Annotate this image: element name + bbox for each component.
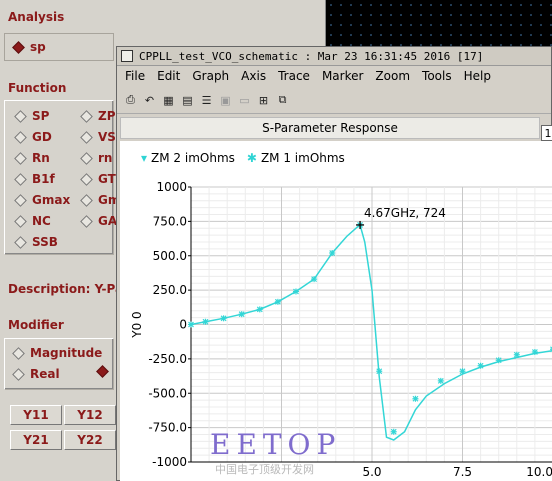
- series-zm1-point: [220, 315, 227, 322]
- series-zm1-point: [531, 349, 538, 355]
- series-zm1-point: [292, 288, 299, 295]
- modifier-selected-radio[interactable]: [96, 365, 114, 378]
- y22-button[interactable]: Y22: [64, 430, 116, 450]
- series-zm1-point: [477, 362, 484, 369]
- radio-icon: [14, 130, 27, 144]
- series-zm1-point: [274, 298, 281, 305]
- function-gmax-radio[interactable]: Gmax: [14, 193, 70, 207]
- function-rn-radio[interactable]: Rn: [14, 151, 50, 165]
- radio-icon: [80, 193, 93, 207]
- radio-icon: [80, 130, 93, 144]
- function-vs-radio[interactable]: VS: [80, 130, 116, 144]
- series-zm1-point: [412, 395, 419, 402]
- function-label: Function: [8, 81, 67, 95]
- series-zm1-point: [437, 377, 444, 384]
- modifier-label: Modifier: [8, 318, 64, 332]
- y-tick-label: -750.0: [148, 421, 187, 435]
- function-nc-radio[interactable]: NC: [14, 214, 51, 228]
- function-gm-radio[interactable]: Gm: [80, 193, 120, 207]
- function-label: GA: [98, 214, 118, 228]
- radio-icon: [12, 346, 25, 360]
- function-label: B1f: [32, 172, 55, 186]
- series-zm1-point: [238, 311, 245, 318]
- analysis-label: Analysis: [8, 10, 65, 24]
- radio-icon: [80, 109, 93, 123]
- y11-button[interactable]: Y11: [10, 405, 62, 425]
- y-tick-label: 250.0: [153, 283, 187, 297]
- function-label: Gmax: [32, 193, 71, 207]
- function-ssb-radio[interactable]: SSB: [14, 235, 58, 249]
- series-zm1-point: [513, 351, 520, 358]
- series-zm1-point: [311, 276, 318, 283]
- y-tick-label: -500.0: [148, 386, 187, 400]
- function-label: VS: [98, 130, 116, 144]
- series-zm1-point: [459, 368, 466, 375]
- function-label: SP: [32, 109, 50, 123]
- function-label: ZP: [98, 109, 116, 123]
- radio-selected-icon: [96, 365, 109, 378]
- series-zm1-point: [256, 306, 263, 313]
- marker-label: 4.67GHz, 724: [364, 206, 446, 220]
- y-tick-label: 0: [179, 318, 187, 332]
- series-zm1-point: [202, 318, 209, 325]
- modifier-real-radio[interactable]: Real: [12, 367, 60, 381]
- y-tick-label: 750.0: [153, 214, 187, 228]
- series-zm1-point: [188, 321, 194, 328]
- x-tick-label: 7.5: [453, 465, 472, 479]
- waveform-window: CPPLL_test_VCO_schematic : Mar 23 16:31:…: [116, 46, 552, 481]
- radio-icon: [80, 214, 93, 228]
- function-label: Rn: [32, 151, 50, 165]
- function-ga-radio[interactable]: GA: [80, 214, 117, 228]
- series-zm1-point: [376, 368, 383, 375]
- x-tick-label: 10.0: [526, 465, 552, 479]
- radio-icon: [14, 109, 27, 123]
- radio-icon: [12, 367, 25, 381]
- series-zm1-point: [495, 357, 502, 364]
- function-label: GT: [98, 172, 116, 186]
- radio-icon: [14, 214, 27, 228]
- analysis-sp-radio[interactable]: sp: [12, 40, 46, 54]
- radio-icon: [80, 151, 93, 165]
- series-zm1-point: [390, 428, 397, 435]
- radio-selected-icon: [12, 40, 25, 54]
- function-zp-radio[interactable]: ZP: [80, 109, 116, 123]
- y-tick-label: -1000: [152, 455, 187, 469]
- modifier-magnitude-radio[interactable]: Magnitude: [12, 346, 102, 360]
- modifier-real-label: Real: [30, 367, 60, 381]
- watermark-subtitle: 中国电子顶级开发网: [215, 463, 314, 476]
- function-label: NC: [32, 214, 51, 228]
- x-tick-label: 5.0: [362, 465, 381, 479]
- radio-icon: [14, 235, 27, 249]
- y21-button[interactable]: Y21: [10, 430, 62, 450]
- y-tick-label: 1000: [156, 180, 187, 194]
- function-label: rn: [98, 151, 113, 165]
- schematic-canvas-background: [326, 0, 552, 46]
- function-gd-radio[interactable]: GD: [14, 130, 52, 144]
- function-rn-radio[interactable]: rn: [80, 151, 112, 165]
- radio-icon: [14, 172, 27, 186]
- y12-button[interactable]: Y12: [64, 405, 116, 425]
- y-tick-label: -250.0: [148, 352, 187, 366]
- description-label: Description: Y-Par: [8, 282, 129, 296]
- function-gt-radio[interactable]: GT: [80, 172, 116, 186]
- function-sp-radio[interactable]: SP: [14, 109, 49, 123]
- watermark: EETOP: [210, 428, 342, 461]
- series-zm1-point: [329, 250, 336, 256]
- y-axis-label: Y0 0: [130, 311, 144, 338]
- function-label: SSB: [32, 235, 58, 249]
- analysis-sp-label: sp: [30, 40, 46, 54]
- function-b1f-radio[interactable]: B1f: [14, 172, 55, 186]
- radio-icon: [14, 193, 27, 207]
- modifier-magnitude-label: Magnitude: [30, 346, 103, 360]
- function-label: GD: [32, 130, 52, 144]
- radio-icon: [80, 172, 93, 186]
- radio-icon: [14, 151, 27, 165]
- y-tick-label: 500.0: [153, 249, 187, 263]
- s-parameter-chart: 1000 750.0 500.0 250.0 0 -250.0 -500.0 -750.0 -1…: [130, 180, 552, 479]
